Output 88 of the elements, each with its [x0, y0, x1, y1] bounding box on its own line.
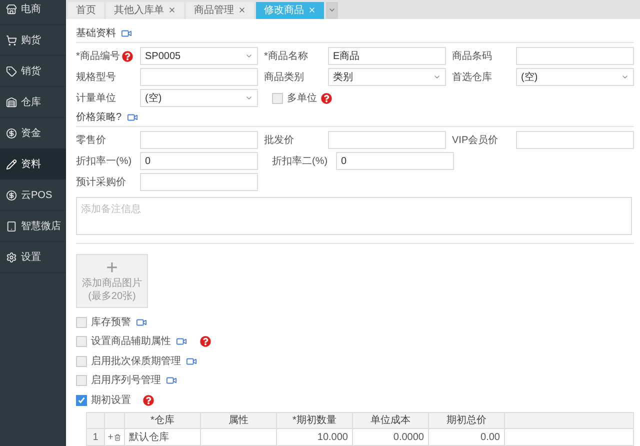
field-label: *商品名称: [264, 50, 308, 64]
close-icon[interactable]: [168, 6, 176, 14]
table-cell-text: 0.0000: [393, 430, 424, 444]
table-cell-text: 0.00: [480, 430, 500, 444]
option-label: 启用序列号管理: [91, 374, 161, 388]
option-label: 库存预警: [91, 316, 131, 330]
sidebar-item[interactable]: 购货: [0, 25, 66, 56]
section-title: 价格策略?: [76, 110, 122, 124]
video-icon[interactable]: [135, 316, 148, 328]
table-cell-text: 10.000: [317, 430, 348, 444]
sidebar-item[interactable]: 设置: [0, 242, 66, 273]
dropdown-icon[interactable]: [621, 73, 629, 81]
video-icon[interactable]: [120, 28, 133, 38]
checkbox[interactable]: [76, 316, 87, 328]
menu-icon: [6, 4, 17, 14]
option-label: 期初设置: [91, 394, 131, 408]
column-header: *仓库: [150, 414, 174, 428]
field-label: *商品编号: [76, 50, 120, 64]
dropdown-icon[interactable]: [245, 52, 253, 60]
input-field[interactable]: [516, 131, 634, 149]
help-icon[interactable]: [143, 394, 154, 406]
sidebar-item[interactable]: 仓库: [0, 87, 66, 118]
menu-icon: [6, 158, 17, 170]
field-label: 商品类别: [264, 70, 304, 84]
add-row-button[interactable]: +: [108, 430, 114, 444]
checkbox[interactable]: [76, 356, 87, 367]
select-field[interactable]: 类别: [328, 68, 446, 86]
dropdown-icon[interactable]: [245, 94, 253, 102]
dropdown-icon[interactable]: [433, 73, 441, 81]
menu-icon: [6, 252, 17, 262]
input-field[interactable]: 0: [336, 152, 454, 170]
table-cell-text: 默认仓库: [129, 430, 169, 444]
sidebar-item[interactable]: 云POS: [0, 180, 66, 211]
checkbox[interactable]: [76, 336, 87, 348]
field-label: 商品条码: [452, 50, 492, 64]
input-field[interactable]: 0: [140, 152, 258, 170]
input-field[interactable]: [328, 131, 446, 149]
field-label: 规格型号: [76, 70, 116, 84]
menu-icon: [6, 190, 17, 200]
input-field[interactable]: [140, 68, 258, 86]
close-icon[interactable]: [238, 6, 246, 14]
menu-icon: [6, 220, 17, 232]
menu-icon: [6, 96, 17, 108]
field-label: 零售价: [76, 134, 106, 148]
column-header: 期初总价: [446, 414, 486, 428]
column-header: *期初数量: [292, 414, 336, 428]
remark-field[interactable]: 添加备注信息: [76, 196, 632, 234]
menu-icon: [6, 128, 17, 138]
select-field[interactable]: SP0005: [140, 47, 258, 65]
sidebar-item[interactable]: 销货: [0, 56, 66, 87]
help-icon[interactable]: [200, 336, 211, 348]
column-header: 单位成本: [370, 414, 410, 428]
tab[interactable]: 首页: [68, 2, 104, 18]
option-label: 设置商品辅助属性: [91, 334, 171, 350]
column-header: 属性: [228, 414, 248, 428]
field-label: VIP会员价: [452, 134, 498, 148]
field-label: 预计采购价: [76, 176, 126, 190]
help-icon[interactable]: [122, 50, 133, 62]
input-field[interactable]: [140, 173, 258, 191]
select-field[interactable]: (空): [140, 89, 258, 107]
field-label: 折扣率一(%): [76, 154, 132, 168]
sidebar-item[interactable]: 智慧微店: [0, 211, 66, 242]
tab[interactable]: 商品管理: [186, 2, 254, 18]
video-icon[interactable]: [165, 375, 178, 386]
help-icon[interactable]: [321, 92, 332, 104]
delete-icon[interactable]: [114, 434, 122, 440]
checkbox[interactable]: [272, 92, 283, 104]
select-field[interactable]: (空): [516, 68, 634, 86]
field-label: 折扣率二(%): [272, 154, 328, 168]
field-label: 首选仓库: [452, 70, 492, 84]
field-label: 批发价: [264, 134, 294, 148]
sidebar-item[interactable]: 资料: [0, 149, 66, 180]
row-number: 1: [87, 429, 105, 445]
field-label: 多单位: [287, 92, 317, 106]
input-field[interactable]: [516, 47, 634, 65]
input-field[interactable]: [140, 131, 258, 149]
checkbox[interactable]: [76, 375, 87, 386]
field-label: 计量单位: [76, 92, 116, 106]
video-icon[interactable]: [175, 336, 188, 348]
menu-icon: [6, 34, 17, 46]
option-label: 启用批次保质期管理: [91, 354, 181, 369]
video-icon[interactable]: [126, 112, 139, 122]
section-title: 基础资料: [76, 26, 116, 40]
menu-icon: [6, 66, 17, 76]
checkbox[interactable]: [76, 394, 87, 406]
input-field[interactable]: E商品: [328, 47, 446, 65]
video-icon[interactable]: [185, 356, 198, 367]
tab[interactable]: 其他入库单: [106, 2, 184, 18]
